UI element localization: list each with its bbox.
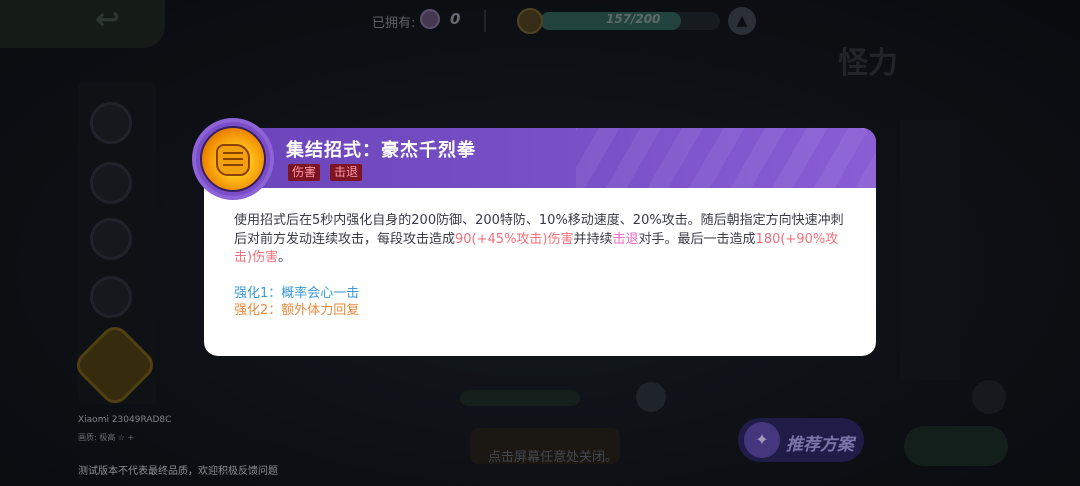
skill-title: 集结招式：豪杰千烈拳 — [286, 140, 476, 161]
desc-damage-highlight: 90(+45%攻击)伤害 — [455, 231, 574, 247]
enhance-2: 强化2：额外体力回复 — [234, 303, 360, 318]
skill-icon — [192, 118, 274, 200]
desc-knockback-highlight: 击退 — [612, 231, 639, 247]
desc-text-3: 对手。最后一击造成 — [638, 231, 756, 247]
skill-description: 使用招式后在5秒内强化自身的200防御、200特防、10%移动速度、20%攻击。… — [234, 212, 850, 268]
fist-shape — [216, 144, 250, 176]
tag-knockback: 击退 — [330, 164, 363, 181]
desc-text-4: 。 — [278, 250, 292, 265]
tag-damage: 伤害 — [288, 164, 321, 181]
fist-icon — [200, 126, 266, 192]
desc-text-2: 并持续 — [573, 231, 613, 247]
